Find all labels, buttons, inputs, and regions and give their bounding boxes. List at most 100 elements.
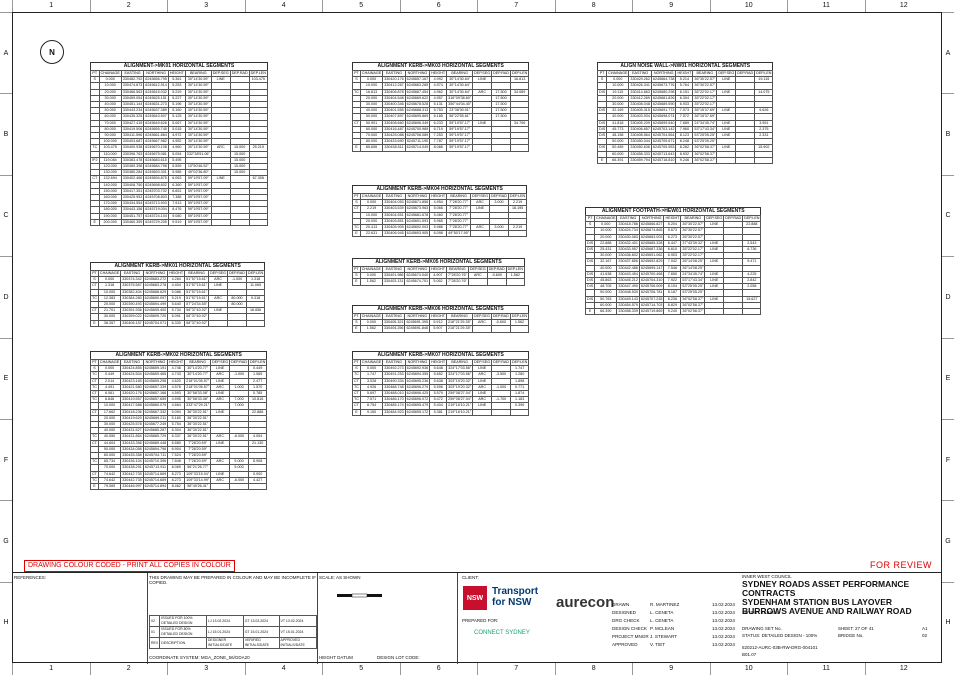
column-header: HEIGHT: [167, 69, 186, 78]
table-cell: 6245707.235: [638, 295, 665, 303]
signoff-field: PROJECT MNGR: [612, 634, 649, 639]
column-header: HEIGHT: [429, 358, 448, 367]
table-cell: 30°14'30.59": [184, 100, 212, 109]
table-cell: 103.475: [248, 76, 268, 84]
table-cell: 30°14'30.59": [184, 82, 212, 90]
table-cell: 6245691.773: [650, 107, 677, 115]
signoff-field: APPROVED: [612, 642, 638, 647]
signoff-field: 13.02.2024: [712, 626, 735, 631]
grid-label: 10: [709, 663, 788, 675]
table-cell: 7°28'20.59": [184, 445, 212, 454]
table-cell: 218°21'29.35": [445, 325, 473, 333]
column-header: NORTHING: [638, 214, 665, 223]
table-cell: 53°25'05.25": [692, 132, 718, 140]
table-cell: 6245660.079: [142, 402, 169, 410]
table-cell: 330442.735: [120, 476, 144, 485]
table-cell: 330460.359: [120, 218, 145, 227]
table-cell: [507, 230, 528, 238]
revision-header: VERIFIED INITIALS/DATE: [242, 637, 280, 649]
table-cell: 6245643.507: [143, 113, 169, 121]
table-cell: 6245694.875: [143, 175, 169, 183]
table-cell: 330448.530: [616, 289, 640, 297]
table-cell: 6245714.703: [638, 301, 665, 310]
bridge-number: BRIDGE No.: [838, 633, 864, 638]
table-cell: 6245704.711: [142, 452, 169, 460]
table-cell: 6245695.869: [404, 113, 431, 121]
table-cell: 30°58'33.08": [184, 389, 212, 398]
grid-label: 5: [322, 663, 400, 675]
table-cell: 330421.580: [120, 383, 144, 392]
table-cell: [723, 308, 744, 316]
table-cell: 7°28'20.59": [184, 458, 212, 466]
table-cell: 330433.957: [616, 245, 640, 254]
signoff-list: DRAWN R. MARTINEZ 13.02.2024 DESIGNED L. CEN…: [612, 601, 735, 649]
table-cell: 51°57'15.61": [184, 288, 210, 296]
table-cell: 330434.058: [120, 445, 144, 454]
table-cell: 23°38'30.01": [446, 107, 474, 115]
table-cell: 6245657.167: [404, 76, 431, 84]
table-cell: E: [352, 325, 361, 333]
table-cell: 36°30'22.51": [184, 408, 212, 416]
table-cell: 330425.953: [120, 194, 145, 202]
nsw-logo: NSW: [463, 586, 487, 610]
grid-label: H: [942, 581, 954, 663]
column-header: DEP.LEN: [742, 214, 762, 223]
table-cell: 6245695.400: [142, 307, 169, 315]
signoff-field: 13.02.2024: [712, 610, 735, 615]
column-header: CHAINAGE: [97, 358, 122, 367]
table-cell: 330459.794: [628, 156, 652, 165]
table-cell: [490, 325, 511, 333]
grid-label: E: [0, 337, 12, 419]
table-cell: 6245657.166: [142, 389, 169, 398]
table-cell: 330433.690: [382, 138, 406, 146]
table-cell: 6245698.074: [650, 113, 677, 121]
table-cell: 330427.415: [120, 119, 145, 127]
table-cell: 7°28'20.77": [446, 217, 472, 226]
setout-table-mk01b: ALIGNMENT KERB->MK01 HORIZONTAL SEGMENTS…: [90, 262, 266, 327]
table-row: E 1.562 330404.256 6245691.846 5.907 218°21'2…: [352, 325, 530, 333]
table-cell: 330390.493: [120, 300, 144, 309]
table-cell: 36°30'22.57": [680, 221, 706, 229]
table-cell: 36°30'22.51": [184, 427, 212, 435]
table-header-row: PT CHAINAGE EASTING NORTHING HEIGHT BEARING DE…: [90, 358, 268, 367]
table-cell: 330408.048: [628, 100, 652, 109]
table-cell: 6245625.151: [143, 94, 169, 103]
table-cell: 330419.557: [120, 396, 144, 404]
table-cell: 6245696.425: [404, 389, 431, 398]
table-cell: [467, 278, 488, 286]
revision-cell: GT 13.02.2024: [242, 615, 280, 627]
signoff-field: L. CENETA: [650, 618, 674, 623]
grid-label: C: [942, 174, 954, 256]
table-cell: 1.562: [359, 278, 383, 286]
table-cell: [509, 325, 530, 333]
table-cell: 24°34'45.74": [692, 119, 718, 127]
grid-rows-left: ABCDEFGH: [0, 12, 12, 663]
revision-cell: VT 13.02.2024: [278, 615, 318, 627]
column-header: DEP.RAD: [491, 358, 511, 367]
table-cell: 37°43'39.32": [680, 239, 706, 248]
table-cell: 6245708.803: [143, 194, 169, 202]
table-cell: 218°01'05.57": [184, 377, 212, 385]
table-cell: 30°14'20.77": [184, 365, 212, 373]
setout-table-hew01: ALIGNMENT FOOTPATH->HEW01 HORIZONTAL SEG…: [584, 207, 762, 316]
table-cell: 7°28'20.77": [446, 223, 472, 232]
grid-label: C: [0, 174, 12, 256]
table-cell: [472, 144, 493, 152]
grid-rows-right: ABCDEFGH: [942, 12, 954, 663]
table-cell: 66.390: [594, 308, 618, 316]
setout-table-mk05: ALIGNMENT KERB->MK05 HORIZONTAL SEGMENTS…: [352, 258, 525, 286]
table-cell: 6245637.389: [143, 107, 169, 115]
column-header: DEP.SEG: [471, 312, 492, 321]
revision-number: 02: [922, 633, 928, 638]
north-label: N: [49, 47, 55, 57]
table-cell: 324°17'03.56": [446, 365, 474, 373]
table-cell: 7°28'20.76": [445, 272, 469, 280]
table-cell: 6245695.172: [404, 408, 431, 416]
table-cell: 330380.284: [120, 169, 145, 177]
table-cell: 109°33'15.04": [184, 470, 212, 478]
column-header: DEP.SEG: [467, 265, 488, 274]
table-cell: 330446.997: [120, 483, 144, 491]
table-header-row: PT CHAINAGE EASTING NORTHING HEIGHT BEARING DE…: [596, 69, 774, 78]
table-cell: 6245729.205: [143, 218, 169, 227]
table-cell: [247, 483, 268, 491]
